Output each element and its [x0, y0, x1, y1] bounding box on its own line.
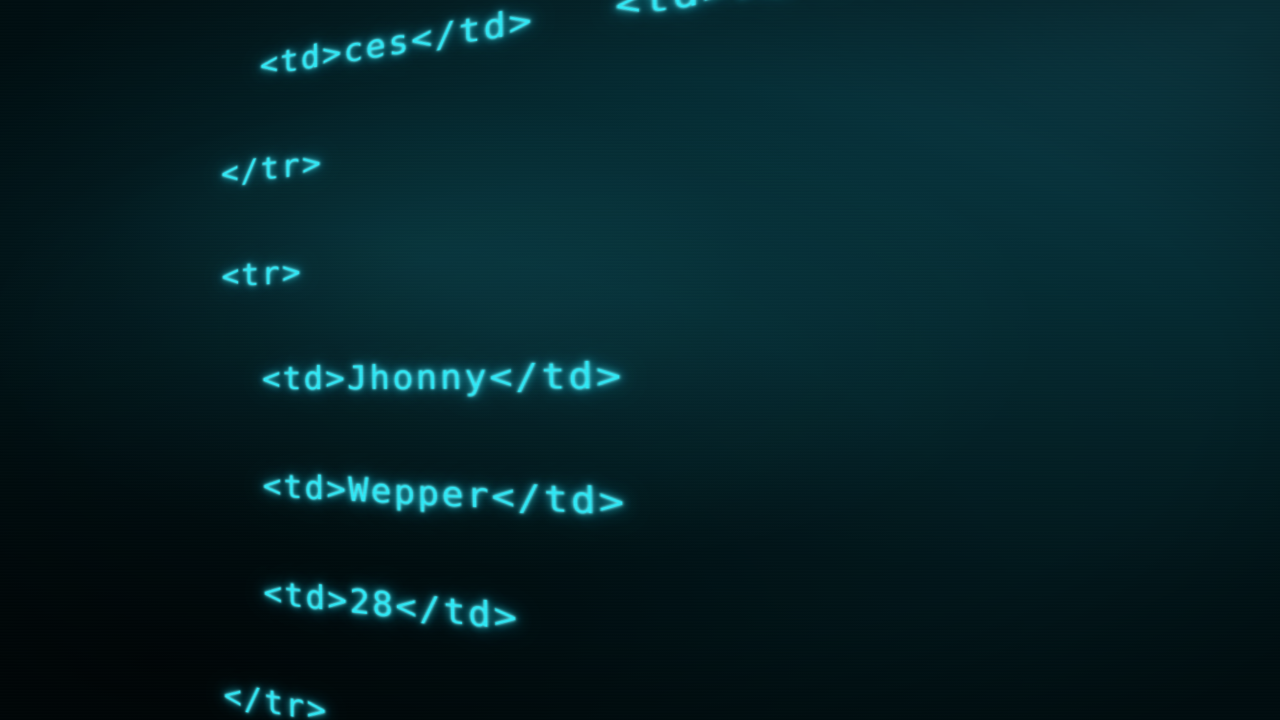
- code-line: <html>: [0, 0, 148, 720]
- code-wall-screen: <td>ces</td> <td>73</td> </tr> <tr> <td>…: [0, 0, 1280, 720]
- code-line: <body> Element</h2> <var>l</var> x <var: [0, 0, 150, 720]
- code-line: </table>: [0, 0, 148, 720]
- code-line: <td>ces</td> <td>73</td>: [0, 71, 147, 720]
- code-line: <td>28</td>: [0, 0, 147, 599]
- code-line: <td>Wepper</td>: [0, 22, 147, 498]
- code-line: <tr>: [0, 266, 147, 720]
- code-line: </body>: [0, 0, 148, 720]
- code-line: </body>: [0, 0, 149, 720]
- code-line: <body>: [0, 0, 149, 720]
- code-line: </tr>: [0, 0, 148, 701]
- code-line: <html>: [0, 0, 150, 720]
- code-line: </html><!DOCTYPE html>: [0, 0, 150, 720]
- perspective-stage: <td>ces</td> <td>73</td> </tr> <tr> <td>…: [0, 0, 1280, 720]
- code-line: <p><samp>File not found.<br>Press F1 to …: [0, 0, 149, 720]
- code-line: <p>Message from my computer:</p>: [0, 0, 149, 720]
- code-line: <td>Jhonny</td>: [0, 365, 147, 506]
- code-line: <p>The samp element is used to define sa…: [0, 0, 149, 720]
- code-line: </html>: [0, 0, 148, 720]
- code-line: </tr>: [0, 168, 147, 720]
- code-line: </html>!DOCTYPE html>: [0, 0, 148, 720]
- code-line: </body>: [0, 0, 148, 720]
- code-line: <h2>The samp Element</h2>: [0, 0, 149, 720]
- code-block: <td>ces</td> <td>73</td> </tr> <tr> <td>…: [0, 0, 150, 720]
